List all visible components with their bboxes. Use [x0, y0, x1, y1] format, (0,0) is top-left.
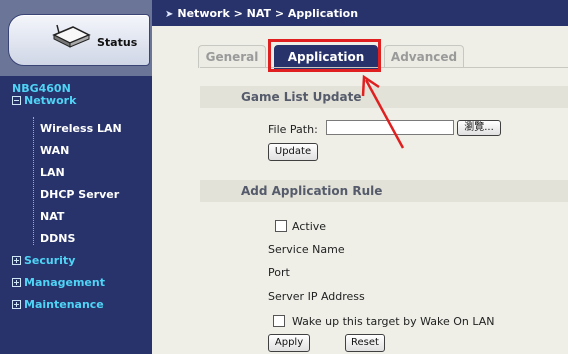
annotation-arrow-icon — [361, 74, 405, 149]
